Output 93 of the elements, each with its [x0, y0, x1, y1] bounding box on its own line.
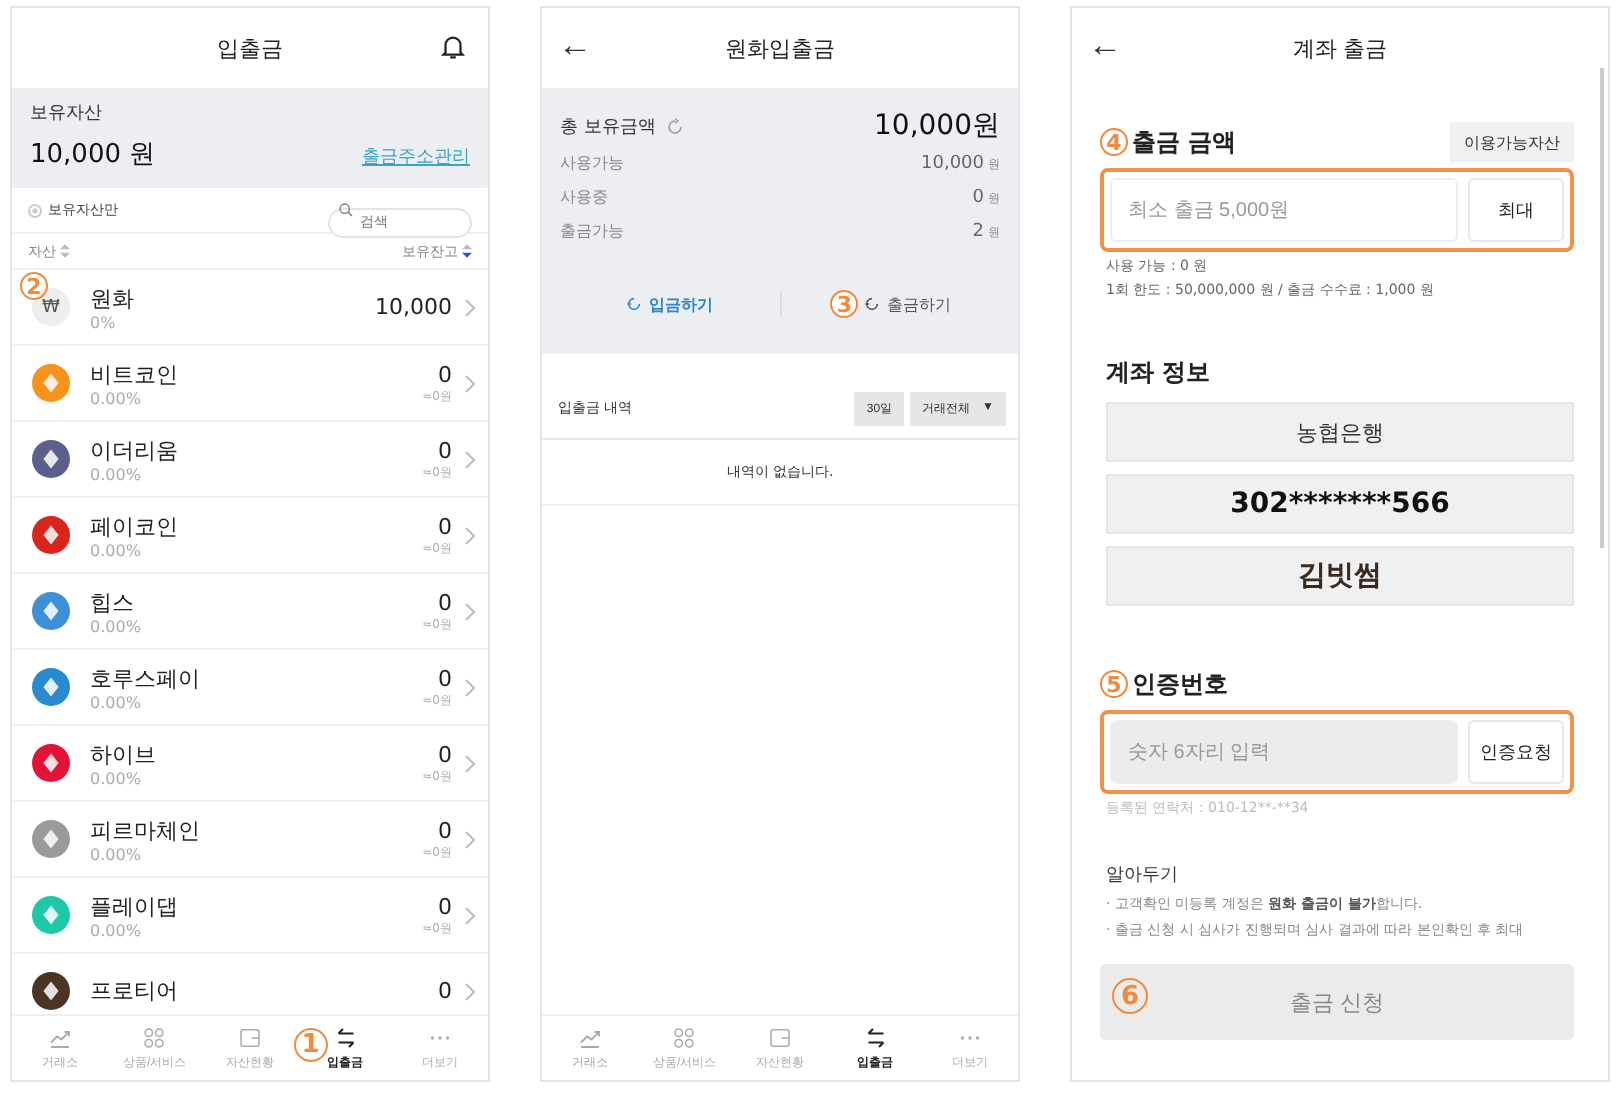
asset-name: 페이코인 — [90, 511, 180, 541]
asset-change: 0.00% — [90, 617, 143, 635]
asset-name: 프로티어 — [90, 976, 180, 1006]
asset-name: 호루스페이 — [90, 663, 202, 693]
asset-amount: 0 — [438, 978, 452, 1004]
asset-amount: 0 — [438, 513, 452, 539]
asset-name: 하이브 — [90, 739, 158, 769]
asset-change: 0.00% — [90, 921, 143, 939]
coin-icon — [32, 972, 70, 1010]
total-label: 총 보유금액 — [560, 115, 656, 139]
chevron-icon — [464, 829, 476, 849]
notice-title: 알아두기 — [1106, 864, 1180, 888]
holdings-value: 10,000 원 — [30, 138, 156, 172]
amount-field[interactable]: 최소 출금 5,000원 — [1110, 178, 1458, 242]
chevron-icon — [464, 905, 476, 925]
bank-name: 농협은행 — [1106, 402, 1574, 462]
asset-change: 0.00% — [90, 465, 143, 483]
max-button[interactable]: 최대 — [1468, 178, 1564, 242]
coin-icon — [32, 364, 70, 402]
balance-label: 사용중 — [560, 186, 608, 208]
swap-icon — [333, 1025, 358, 1049]
account-number: 302*******566 — [1106, 474, 1574, 534]
step-marker: 3 — [830, 290, 859, 318]
asset-name: 이더리움 — [90, 435, 180, 465]
chevron-icon — [464, 981, 476, 1001]
coin-icon — [32, 592, 70, 630]
asset-change: 0.00% — [90, 693, 143, 711]
chevron-icon — [464, 601, 476, 621]
screen-title: 입출금 — [217, 33, 283, 63]
section-title: 출금 금액 — [1132, 125, 1237, 159]
screen-title: 원화입출금 — [725, 33, 835, 63]
chevron-icon — [464, 753, 476, 773]
available-assets-button[interactable]: 이용가능자산 — [1450, 122, 1574, 162]
balance-value: 10,000 — [921, 154, 984, 174]
wallet-icon — [237, 1025, 262, 1049]
asset-row[interactable]: 2 ₩ 원화 0% 10,000 — [12, 270, 488, 346]
balance-value: 2 — [972, 222, 984, 242]
wallet-icon — [767, 1025, 792, 1049]
holdings-label: 보유자산 — [30, 102, 104, 126]
coin-icon — [32, 440, 70, 478]
step-marker: 5 — [1100, 670, 1128, 698]
asset-change: 0.00% — [90, 541, 143, 559]
asset-name: 비트코인 — [90, 359, 180, 389]
asset-amount: 0 — [438, 741, 452, 767]
asset-amount: 0 — [438, 361, 452, 387]
sort-icon — [60, 244, 70, 258]
chevron-icon — [464, 373, 476, 393]
chevron-icon — [464, 297, 476, 317]
asset-amount: 0 — [438, 665, 452, 691]
chart-icon — [577, 1025, 602, 1049]
total-value: 10,000원 — [874, 108, 1000, 144]
chevron-icon — [464, 677, 476, 697]
cycle-icon — [626, 296, 643, 312]
back-button[interactable]: ← — [1088, 26, 1122, 66]
screen-title: 계좌 출금 — [1292, 33, 1388, 63]
step-marker: 1 — [293, 1028, 328, 1062]
chevron-icon — [464, 449, 476, 469]
sort-icon — [462, 244, 472, 258]
asset-amount: 0 — [438, 817, 452, 843]
account-holder: 김빗썸 — [1106, 546, 1574, 606]
grid-icon — [142, 1025, 167, 1049]
asset-amount: 10,000 — [375, 294, 452, 320]
cycle-icon — [864, 296, 881, 312]
chevron-icon — [464, 525, 476, 545]
asset-change: 0.00% — [90, 389, 143, 407]
coin-icon — [32, 516, 70, 554]
coin-icon — [32, 820, 70, 858]
asset-name: 힙스 — [90, 587, 136, 617]
coin-icon — [32, 668, 70, 706]
asset-name: 피르마체인 — [90, 815, 202, 845]
balance-label: 사용가능 — [560, 152, 624, 174]
coin-icon — [32, 744, 70, 782]
section-title: 인증번호 — [1132, 667, 1228, 701]
asset-change: 0.00% — [90, 769, 143, 787]
withdraw-button[interactable]: 출금하기 — [864, 293, 951, 315]
coin-icon — [32, 896, 70, 934]
search-icon — [338, 202, 354, 218]
asset-name: 플레이댑 — [90, 891, 180, 921]
balance-value: 0 — [972, 188, 984, 208]
asset-amount: 0 — [438, 589, 452, 615]
asset-amount: 0 — [438, 437, 452, 463]
bell-icon[interactable] — [438, 32, 468, 62]
grid-icon — [672, 1025, 697, 1049]
section-title: 계좌 정보 — [1106, 356, 1213, 390]
step-marker: 4 — [1100, 128, 1128, 156]
chart-icon — [47, 1025, 72, 1049]
asset-amount: 0 — [438, 893, 452, 919]
asset-name: 원화 — [90, 283, 136, 313]
swap-icon — [863, 1025, 888, 1049]
back-button[interactable]: ← — [558, 26, 592, 66]
balance-label: 출금가능 — [560, 220, 624, 242]
asset-change: 0% — [90, 313, 118, 331]
asset-change: 0.00% — [90, 845, 143, 863]
